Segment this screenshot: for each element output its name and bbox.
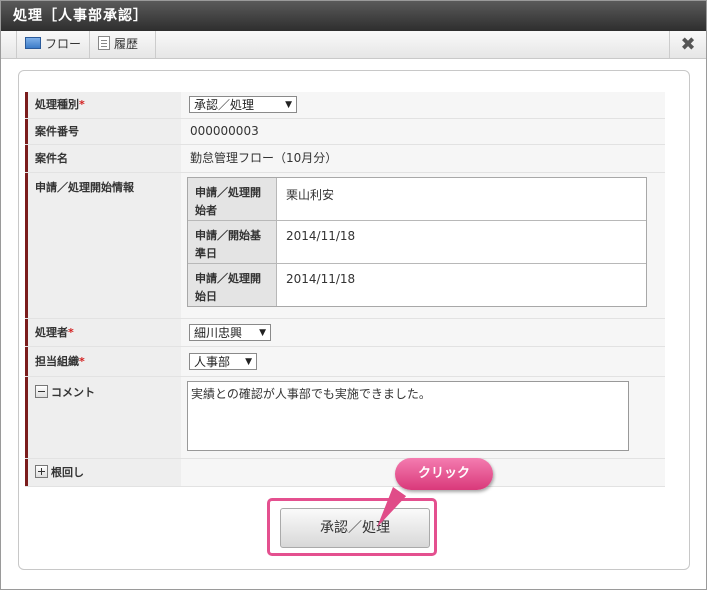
process-type-row: 処理種別* 承認／処理 ▼: [25, 92, 665, 119]
dialog-window: 処理［人事部承認］ フロー 履歴 ✖ 処理種別* 承認／処理 ▼ 案件番号 000…: [0, 0, 707, 590]
org-select[interactable]: 人事部 ▼: [189, 353, 257, 370]
flow-button[interactable]: フロー: [16, 31, 90, 58]
close-icon[interactable]: ✖: [669, 31, 706, 58]
flow-icon: [25, 37, 41, 49]
starter-value: 栗山利安: [286, 188, 335, 202]
collapse-icon[interactable]: [35, 385, 48, 398]
comment-label: コメント: [51, 386, 95, 399]
processor-label: 処理者: [35, 326, 68, 339]
table-row: 申請／開始基 準日 2014/11/18: [188, 221, 646, 264]
org-row: 担当組織* 人事部 ▼: [25, 347, 665, 377]
toolbar: フロー 履歴 ✖: [1, 31, 706, 59]
chevron-down-icon: ▼: [245, 357, 252, 367]
process-type-select[interactable]: 承認／処理 ▼: [189, 96, 297, 113]
case-number-row: 案件番号 000000003: [25, 119, 665, 145]
table-row: 申請／処理開 始者 栗山利安: [188, 178, 646, 221]
history-label: 履歴: [114, 37, 139, 51]
nemawashi-label: 根回し: [51, 466, 84, 479]
case-name-label: 案件名: [25, 145, 181, 172]
case-name-row: 案件名 勤怠管理フロー（10月分）: [25, 145, 665, 173]
approve-process-button[interactable]: 承認／処理: [280, 508, 430, 548]
start-info-table: 申請／処理開 始者 栗山利安 申請／開始基 準日 2014/11/18 申請／処理開…: [187, 177, 647, 307]
base-date-value: 2014/11/18: [286, 229, 356, 243]
processor-select[interactable]: 細川忠興 ▼: [189, 324, 271, 341]
table-row: 申請／処理開 始日 2014/11/18: [188, 264, 646, 306]
chevron-down-icon: ▼: [259, 328, 266, 338]
org-label: 担当組織: [35, 355, 79, 368]
nemawashi-row: 根回し: [25, 459, 665, 487]
dialog-title: 処理［人事部承認］: [1, 1, 706, 31]
start-info-label: 申請／処理開始情報: [25, 173, 181, 318]
history-button[interactable]: 履歴: [90, 31, 156, 58]
click-callout: クリック: [395, 458, 493, 490]
comment-textarea[interactable]: 実績との確認が人事部でも実施できました。: [187, 381, 629, 451]
start-date-value: 2014/11/18: [286, 272, 356, 286]
required-mark: *: [79, 98, 85, 111]
required-mark: *: [68, 326, 74, 339]
flow-label: フロー: [45, 37, 82, 51]
required-mark: *: [79, 355, 85, 368]
process-type-label: 処理種別: [35, 98, 79, 111]
comment-row: コメント 実績との確認が人事部でも実施できました。: [25, 377, 665, 459]
case-number-label: 案件番号: [25, 119, 181, 144]
chevron-down-icon: ▼: [285, 100, 292, 110]
processor-row: 処理者* 細川忠興 ▼: [25, 319, 665, 347]
case-name-value: 勤怠管理フロー（10月分）: [181, 145, 665, 172]
expand-icon[interactable]: [35, 465, 48, 478]
start-info-row: 申請／処理開始情報 申請／処理開 始者 栗山利安 申請／開始基 準日 2014/11…: [25, 173, 665, 319]
history-icon: [98, 36, 110, 50]
case-number-value: 000000003: [181, 119, 665, 144]
